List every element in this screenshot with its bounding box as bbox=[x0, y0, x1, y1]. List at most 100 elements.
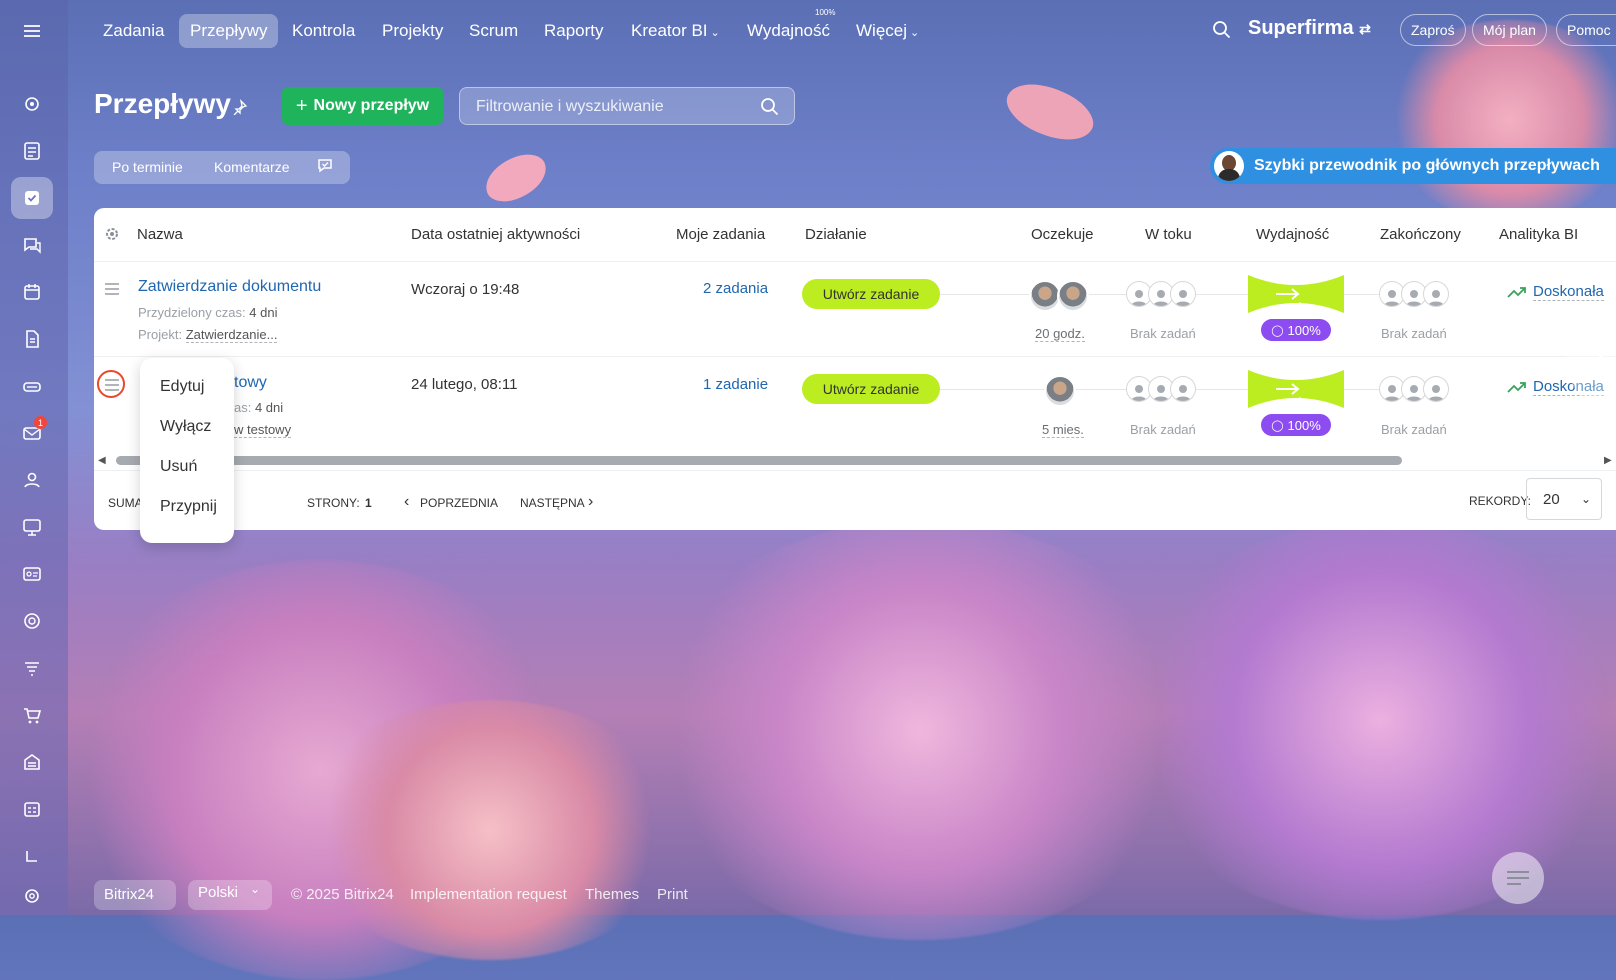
warehouse-icon[interactable] bbox=[11, 741, 53, 783]
nav-tab-label: Scrum bbox=[469, 21, 519, 40]
row-menu-icon[interactable] bbox=[104, 282, 120, 301]
crm-icon[interactable] bbox=[11, 506, 53, 548]
search-icon[interactable] bbox=[760, 97, 780, 122]
column-header-action[interactable]: Działanie bbox=[805, 226, 867, 243]
pages-label: STRONY: bbox=[307, 496, 360, 510]
horizontal-scrollbar[interactable] bbox=[116, 454, 1608, 466]
row-divider bbox=[94, 356, 1616, 357]
menu-item-pin[interactable]: Przypnij bbox=[160, 498, 217, 516]
column-header-waiting[interactable]: Oczekuje bbox=[1031, 226, 1094, 243]
waiting-avatars bbox=[1044, 375, 1076, 407]
create-task-button[interactable]: Utwórz zadanie bbox=[802, 279, 940, 309]
nav-tab-kreator-bi[interactable]: Kreator BI ⌄ bbox=[620, 14, 731, 48]
next-page[interactable]: NASTĘPNA bbox=[520, 496, 585, 510]
nav-tab-raporty[interactable]: Raporty bbox=[533, 14, 615, 48]
my-tasks-link[interactable]: 1 zadanie bbox=[703, 376, 768, 393]
implementation-request-link[interactable]: Implementation request bbox=[410, 886, 567, 903]
funnel-icon[interactable] bbox=[11, 647, 53, 689]
filter-search-box[interactable] bbox=[459, 87, 795, 126]
column-header-in-progress[interactable]: W toku bbox=[1145, 226, 1192, 243]
menu-item-edit[interactable]: Edytuj bbox=[160, 378, 204, 396]
guide-label: Szybki przewodnik po głównych przepływac… bbox=[1254, 157, 1600, 174]
column-header-efficiency[interactable]: Wydajność bbox=[1256, 226, 1329, 243]
scroll-right-arrow[interactable]: ▶ bbox=[1604, 455, 1612, 466]
empty-avatar-icon bbox=[1423, 376, 1449, 402]
bi-analytics-link[interactable]: Doskonała bbox=[1507, 283, 1604, 301]
mail-icon[interactable]: 1 bbox=[11, 412, 53, 454]
no-tasks-label: Brak zadań bbox=[1130, 422, 1196, 437]
previous-page[interactable]: POPRZEDNIA bbox=[420, 496, 498, 510]
company-name[interactable]: Superfirma ⇄ bbox=[1248, 17, 1371, 40]
tasks-icon[interactable] bbox=[11, 177, 53, 219]
create-task-button[interactable]: Utwórz zadanie bbox=[802, 374, 940, 404]
nav-tab-scrum[interactable]: Scrum bbox=[458, 14, 529, 48]
menu-icon[interactable] bbox=[11, 10, 53, 52]
activity-stream-icon[interactable] bbox=[11, 83, 53, 125]
efficiency-icon: ◯ bbox=[1271, 324, 1284, 337]
chevron-right-icon[interactable]: › bbox=[588, 493, 593, 511]
column-header-completed[interactable]: Zakończony bbox=[1380, 226, 1461, 243]
menu-item-delete[interactable]: Usuń bbox=[160, 458, 197, 476]
in-progress-avatars bbox=[1126, 281, 1196, 307]
trend-up-icon bbox=[1507, 382, 1526, 393]
flow-name-link[interactable]: Zatwierdzanie dokumentu bbox=[138, 278, 321, 296]
nav-tab-wiecej[interactable]: Więcej ⌄ bbox=[845, 14, 930, 48]
flow-name-link[interactable]: towy bbox=[234, 374, 267, 392]
chat-icon[interactable] bbox=[11, 224, 53, 266]
themes-link[interactable]: Themes bbox=[585, 886, 639, 903]
search-input[interactable] bbox=[474, 88, 748, 126]
scroll-left-arrow[interactable]: ◀ bbox=[98, 455, 106, 466]
employees-icon[interactable] bbox=[11, 459, 53, 501]
user-avatar bbox=[1044, 375, 1076, 407]
column-header-last-activity[interactable]: Data ostatniej aktywności bbox=[411, 226, 580, 243]
in-progress-avatars bbox=[1126, 376, 1196, 402]
chat-widget-button[interactable] bbox=[1492, 852, 1544, 904]
target-icon[interactable] bbox=[11, 600, 53, 642]
pin-icon[interactable] bbox=[232, 99, 248, 120]
contact-center-icon[interactable] bbox=[11, 553, 53, 595]
nav-tab-projekty[interactable]: Projekty bbox=[371, 14, 454, 48]
invite-button[interactable]: Zaproś bbox=[1400, 14, 1466, 46]
nav-tab-kontrola[interactable]: Kontrola bbox=[281, 14, 366, 48]
cart-icon[interactable] bbox=[11, 694, 53, 736]
sites-icon[interactable] bbox=[11, 835, 53, 877]
my-tasks-link[interactable]: 2 zadania bbox=[703, 280, 768, 297]
settings-sliders-icon: ⇄ bbox=[1359, 21, 1371, 37]
new-flow-button[interactable]: + Nowy przepływ bbox=[281, 87, 444, 125]
help-button[interactable]: Pomoc bbox=[1556, 14, 1616, 46]
nav-tab-przeplywy[interactable]: Przepływy bbox=[179, 14, 279, 48]
chevron-left-icon[interactable]: ‹ bbox=[404, 493, 409, 511]
column-header-bi-analytics[interactable]: Analityka BI bbox=[1499, 226, 1578, 243]
last-activity: Wczoraj o 19:48 bbox=[411, 281, 520, 298]
quick-guide-banner[interactable]: Szybki przewodnik po głównych przepływac… bbox=[1210, 148, 1616, 184]
view-comments[interactable]: Komentarze bbox=[214, 159, 289, 175]
flows-grid: Nazwa Data ostatniej aktywności Moje zad… bbox=[94, 208, 1616, 530]
print-link[interactable]: Print bbox=[657, 886, 688, 903]
nav-tab-label: Więcej bbox=[856, 21, 908, 40]
menu-item-disable[interactable]: Wyłącz bbox=[160, 418, 211, 436]
brand-label: Bitrix24 bbox=[104, 886, 155, 903]
nav-tab-zadania[interactable]: Zadania bbox=[92, 14, 175, 48]
column-header-name[interactable]: Nazwa bbox=[137, 226, 183, 243]
assigned-time: as: 4 dni bbox=[234, 400, 284, 415]
scrollbar-thumb[interactable] bbox=[116, 456, 1402, 465]
current-page[interactable]: 1 bbox=[365, 496, 372, 510]
grid-settings-icon[interactable] bbox=[104, 226, 120, 247]
no-tasks-label: Brak zadań bbox=[1381, 422, 1447, 437]
empty-avatar-icon bbox=[1170, 281, 1196, 307]
booking-icon[interactable] bbox=[11, 788, 53, 830]
nav-tab-wydajnosc[interactable]: Wydajność bbox=[736, 14, 841, 48]
records-per-page-select[interactable]: 20 ⌄ bbox=[1526, 478, 1602, 520]
view-by-deadline[interactable]: Po terminie bbox=[112, 159, 183, 175]
project-info: w testowy bbox=[234, 422, 292, 438]
feed-icon[interactable] bbox=[11, 130, 53, 172]
nav-tab-label: Kontrola bbox=[292, 21, 356, 40]
comments-icon[interactable] bbox=[316, 156, 336, 179]
column-header-my-tasks[interactable]: Moje zadania bbox=[676, 226, 765, 243]
document-icon[interactable] bbox=[11, 318, 53, 360]
settings-icon[interactable] bbox=[11, 875, 53, 917]
calendar-icon[interactable] bbox=[11, 271, 53, 313]
my-plan-button[interactable]: Mój plan bbox=[1472, 14, 1547, 46]
search-icon[interactable] bbox=[1212, 20, 1232, 45]
drive-icon[interactable] bbox=[11, 365, 53, 407]
